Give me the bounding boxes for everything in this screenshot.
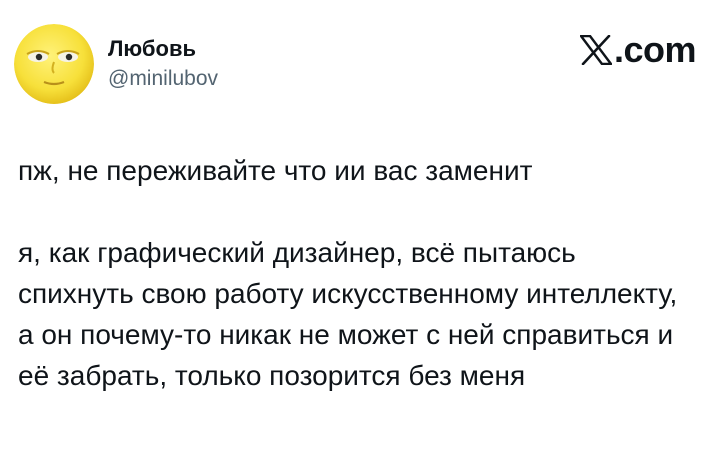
author-handle[interactable]: @minilubov bbox=[108, 66, 218, 92]
avatar[interactable] bbox=[14, 24, 94, 104]
brand-domain-text: .com bbox=[613, 29, 697, 70]
tweet-card: Любовь @minilubov .com пж, не переживайт… bbox=[0, 0, 728, 470]
tweet-text: пж, не переживайте что ии вас заменит я,… bbox=[18, 155, 678, 391]
x-brand-logo: .com bbox=[579, 29, 697, 70]
sun-face-avatar-icon bbox=[14, 24, 94, 104]
author-name[interactable]: Любовь bbox=[108, 36, 196, 62]
x-logo-icon bbox=[579, 35, 612, 65]
